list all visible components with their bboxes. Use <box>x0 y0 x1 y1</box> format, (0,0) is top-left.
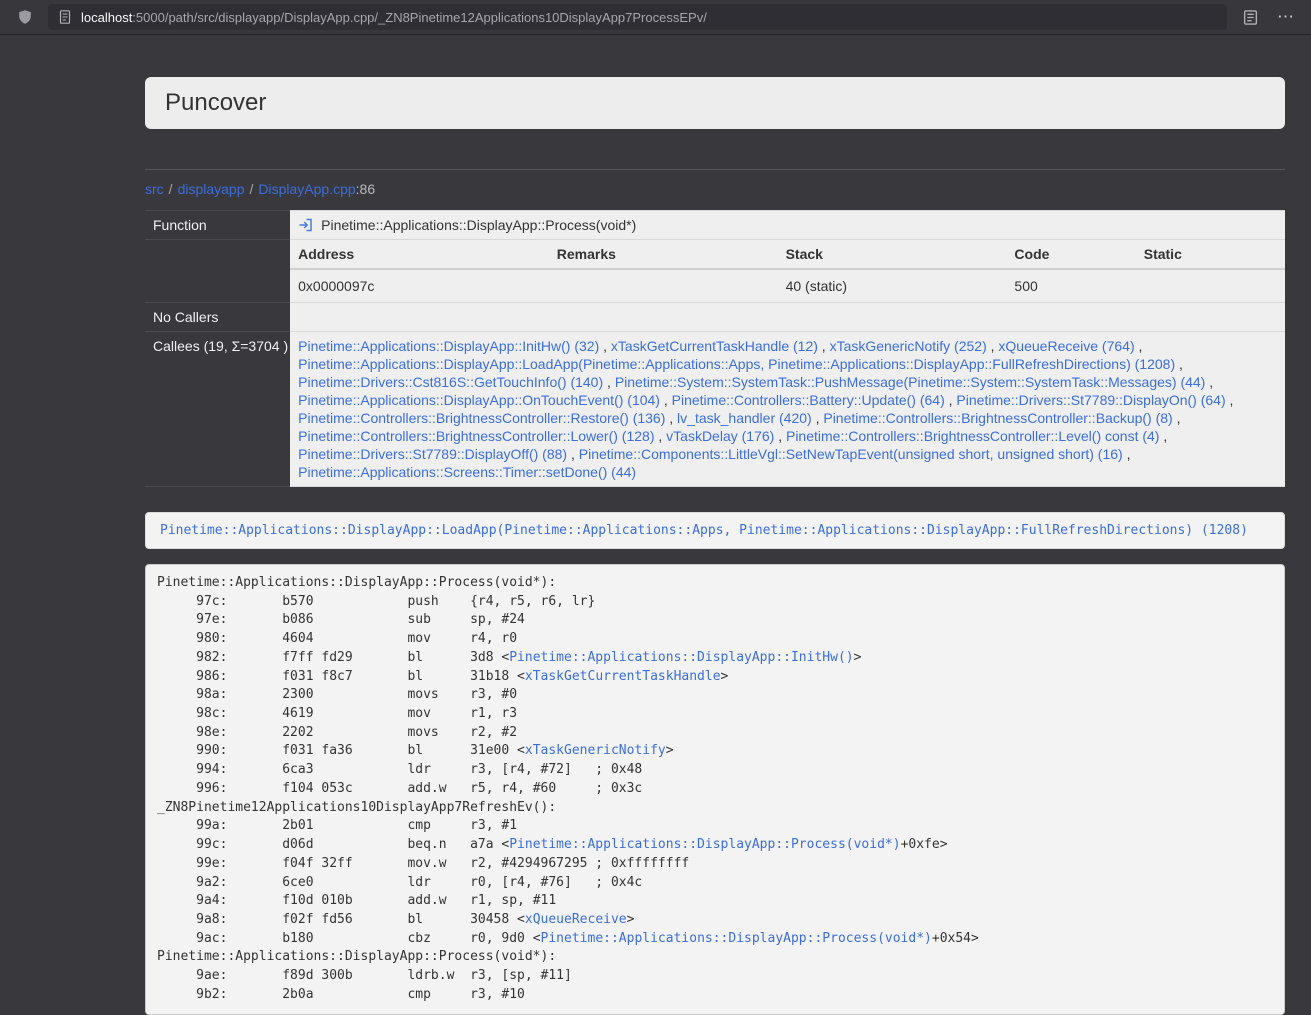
address-value: 0x0000097c <box>290 269 549 302</box>
stats-header-row: Address Remarks Stack Code Static <box>290 240 1285 269</box>
callee-link[interactable]: Pinetime::Controllers::BrightnessControl… <box>298 428 654 444</box>
callee-link[interactable]: Pinetime::Applications::DisplayApp::OnTo… <box>298 392 660 408</box>
callees-separator: , <box>567 446 579 462</box>
remarks-value <box>549 269 778 302</box>
breadcrumb-link-displayapp[interactable]: displayapp <box>178 181 245 197</box>
col-stack: Stack <box>778 240 1007 269</box>
callee-link[interactable]: Pinetime::Drivers::St7789::DisplayOn() (… <box>956 392 1225 408</box>
callee-link[interactable]: Pinetime::Drivers::St7789::DisplayOff() … <box>298 446 567 462</box>
overflow-menu-icon: ⋯ <box>1277 7 1295 27</box>
callees-cell: Pinetime::Applications::DisplayApp::Init… <box>290 332 1285 487</box>
shield-icon <box>17 9 33 25</box>
callee-link[interactable]: xTaskGetCurrentTaskHandle (12) <box>611 338 818 354</box>
breadcrumb-link-src[interactable]: src <box>145 181 164 197</box>
callees-label: Callees (19, Σ=3704 ) <box>145 332 290 487</box>
callees-separator: , <box>1205 374 1213 390</box>
disassembly: Pinetime::Applications::DisplayApp::Proc… <box>145 564 1285 1015</box>
function-icon <box>298 217 314 233</box>
reader-view-button[interactable] <box>1237 4 1263 30</box>
function-row: Function Pinetime::Applications::Display… <box>145 211 1285 240</box>
callee-link[interactable]: Pinetime::Applications::DisplayApp::Load… <box>298 356 1175 372</box>
code-value: 500 <box>1006 269 1135 302</box>
callees-separator: , <box>1175 356 1183 372</box>
symbol-link[interactable]: xTaskGetCurrentTaskHandle <box>525 669 721 684</box>
callee-link[interactable]: Pinetime::Controllers::Battery::Update()… <box>672 392 945 408</box>
breadcrumb-separator: / <box>169 181 173 197</box>
divider <box>145 169 1285 170</box>
reader-view-icon <box>1242 9 1259 26</box>
function-name: Pinetime::Applications::DisplayApp::Proc… <box>321 216 636 234</box>
callees-separator: , <box>603 374 615 390</box>
callees-separator: , <box>1173 410 1181 426</box>
breadcrumb: src/displayapp/DisplayApp.cpp:86 <box>145 180 1285 198</box>
callee-link[interactable]: xQueueReceive (764) <box>998 338 1134 354</box>
overflow-menu-button[interactable]: ⋯ <box>1273 4 1299 30</box>
page-identity-icon[interactable] <box>57 9 73 25</box>
callee-link[interactable]: Pinetime::System::SystemTask::PushMessag… <box>615 374 1206 390</box>
callees-separator: , <box>599 338 611 354</box>
callees-separator: , <box>1135 338 1143 354</box>
breadcrumb-line-number: :86 <box>356 181 375 197</box>
callee-link[interactable]: Pinetime::Applications::Screens::Timer::… <box>298 464 636 480</box>
callee-link[interactable]: Pinetime::Applications::DisplayApp::Init… <box>298 338 599 354</box>
callees-separator: , <box>660 392 672 408</box>
callees-separator: , <box>1226 392 1234 408</box>
col-code: Code <box>1006 240 1135 269</box>
callees-separator: , <box>818 338 830 354</box>
symbol-link[interactable]: xQueueReceive <box>525 912 627 927</box>
url-bar[interactable]: localhost:5000/path/src/displayapp/Displ… <box>48 4 1227 30</box>
stats-data-row: 0x0000097c 40 (static) 500 <box>290 269 1285 302</box>
callee-link[interactable]: Pinetime::Controllers::BrightnessControl… <box>298 410 665 426</box>
col-address: Address <box>290 240 549 269</box>
page-container: Puncover src/displayapp/DisplayApp.cpp:8… <box>145 77 1285 1015</box>
callee-link[interactable]: Pinetime::Controllers::BrightnessControl… <box>823 410 1172 426</box>
no-callers-row: No Callers <box>145 303 1285 332</box>
app-header: Puncover <box>145 77 1285 129</box>
stats-table: Address Remarks Stack Code Static 0x0000… <box>290 240 1285 302</box>
stack-value: 40 (static) <box>778 269 1007 302</box>
callees-separator: , <box>987 338 999 354</box>
largest-callee-link[interactable]: Pinetime::Applications::DisplayApp::Load… <box>160 523 1248 538</box>
symbol-link[interactable]: Pinetime::Applications::DisplayApp::Init… <box>509 650 853 665</box>
callee-link[interactable]: Pinetime::Drivers::Cst816S::GetTouchInfo… <box>298 374 603 390</box>
callees-separator: , <box>1123 446 1131 462</box>
callee-link[interactable]: vTaskDelay (176) <box>666 428 774 444</box>
function-stats-row: Address Remarks Stack Code Static 0x0000… <box>145 240 1285 303</box>
callees-separator: , <box>654 428 666 444</box>
browser-chrome: localhost:5000/path/src/displayapp/Displ… <box>0 0 1311 35</box>
static-value <box>1136 269 1285 302</box>
url-path: :5000/path/src/displayapp/DisplayApp.cpp… <box>132 10 707 25</box>
callees-row: Callees (19, Σ=3704 ) Pinetime::Applicat… <box>145 332 1285 487</box>
function-table: Function Pinetime::Applications::Display… <box>145 210 1285 487</box>
callee-link[interactable]: Pinetime::Controllers::BrightnessControl… <box>786 428 1159 444</box>
largest-callee-highlight: Pinetime::Applications::DisplayApp::Load… <box>145 512 1285 549</box>
col-static: Static <box>1136 240 1285 269</box>
breadcrumb-link-file[interactable]: DisplayApp.cpp <box>258 181 355 197</box>
symbol-link[interactable]: Pinetime::Applications::DisplayApp::Proc… <box>541 931 932 946</box>
callees-separator: , <box>812 410 824 426</box>
callee-link[interactable]: Pinetime::Components::LittleVgl::SetNewT… <box>579 446 1123 462</box>
url-text: localhost:5000/path/src/displayapp/Displ… <box>81 10 707 25</box>
callees-separator: , <box>665 410 677 426</box>
no-callers-label: No Callers <box>145 303 290 332</box>
callee-link[interactable]: lv_task_handler (420) <box>677 410 812 426</box>
callees-separator: , <box>1159 428 1167 444</box>
callees-separator: , <box>774 428 786 444</box>
tracking-protection-shield-icon[interactable] <box>12 4 38 30</box>
col-remarks: Remarks <box>549 240 778 269</box>
symbol-link[interactable]: Pinetime::Applications::DisplayApp::Proc… <box>509 837 900 852</box>
callee-link[interactable]: xTaskGenericNotify (252) <box>830 338 987 354</box>
callees-separator: , <box>945 392 957 408</box>
page-title: Puncover <box>165 87 266 119</box>
url-host: localhost <box>81 10 132 25</box>
function-label: Function <box>145 211 290 240</box>
symbol-link[interactable]: xTaskGenericNotify <box>525 743 666 758</box>
breadcrumb-separator: / <box>250 181 254 197</box>
